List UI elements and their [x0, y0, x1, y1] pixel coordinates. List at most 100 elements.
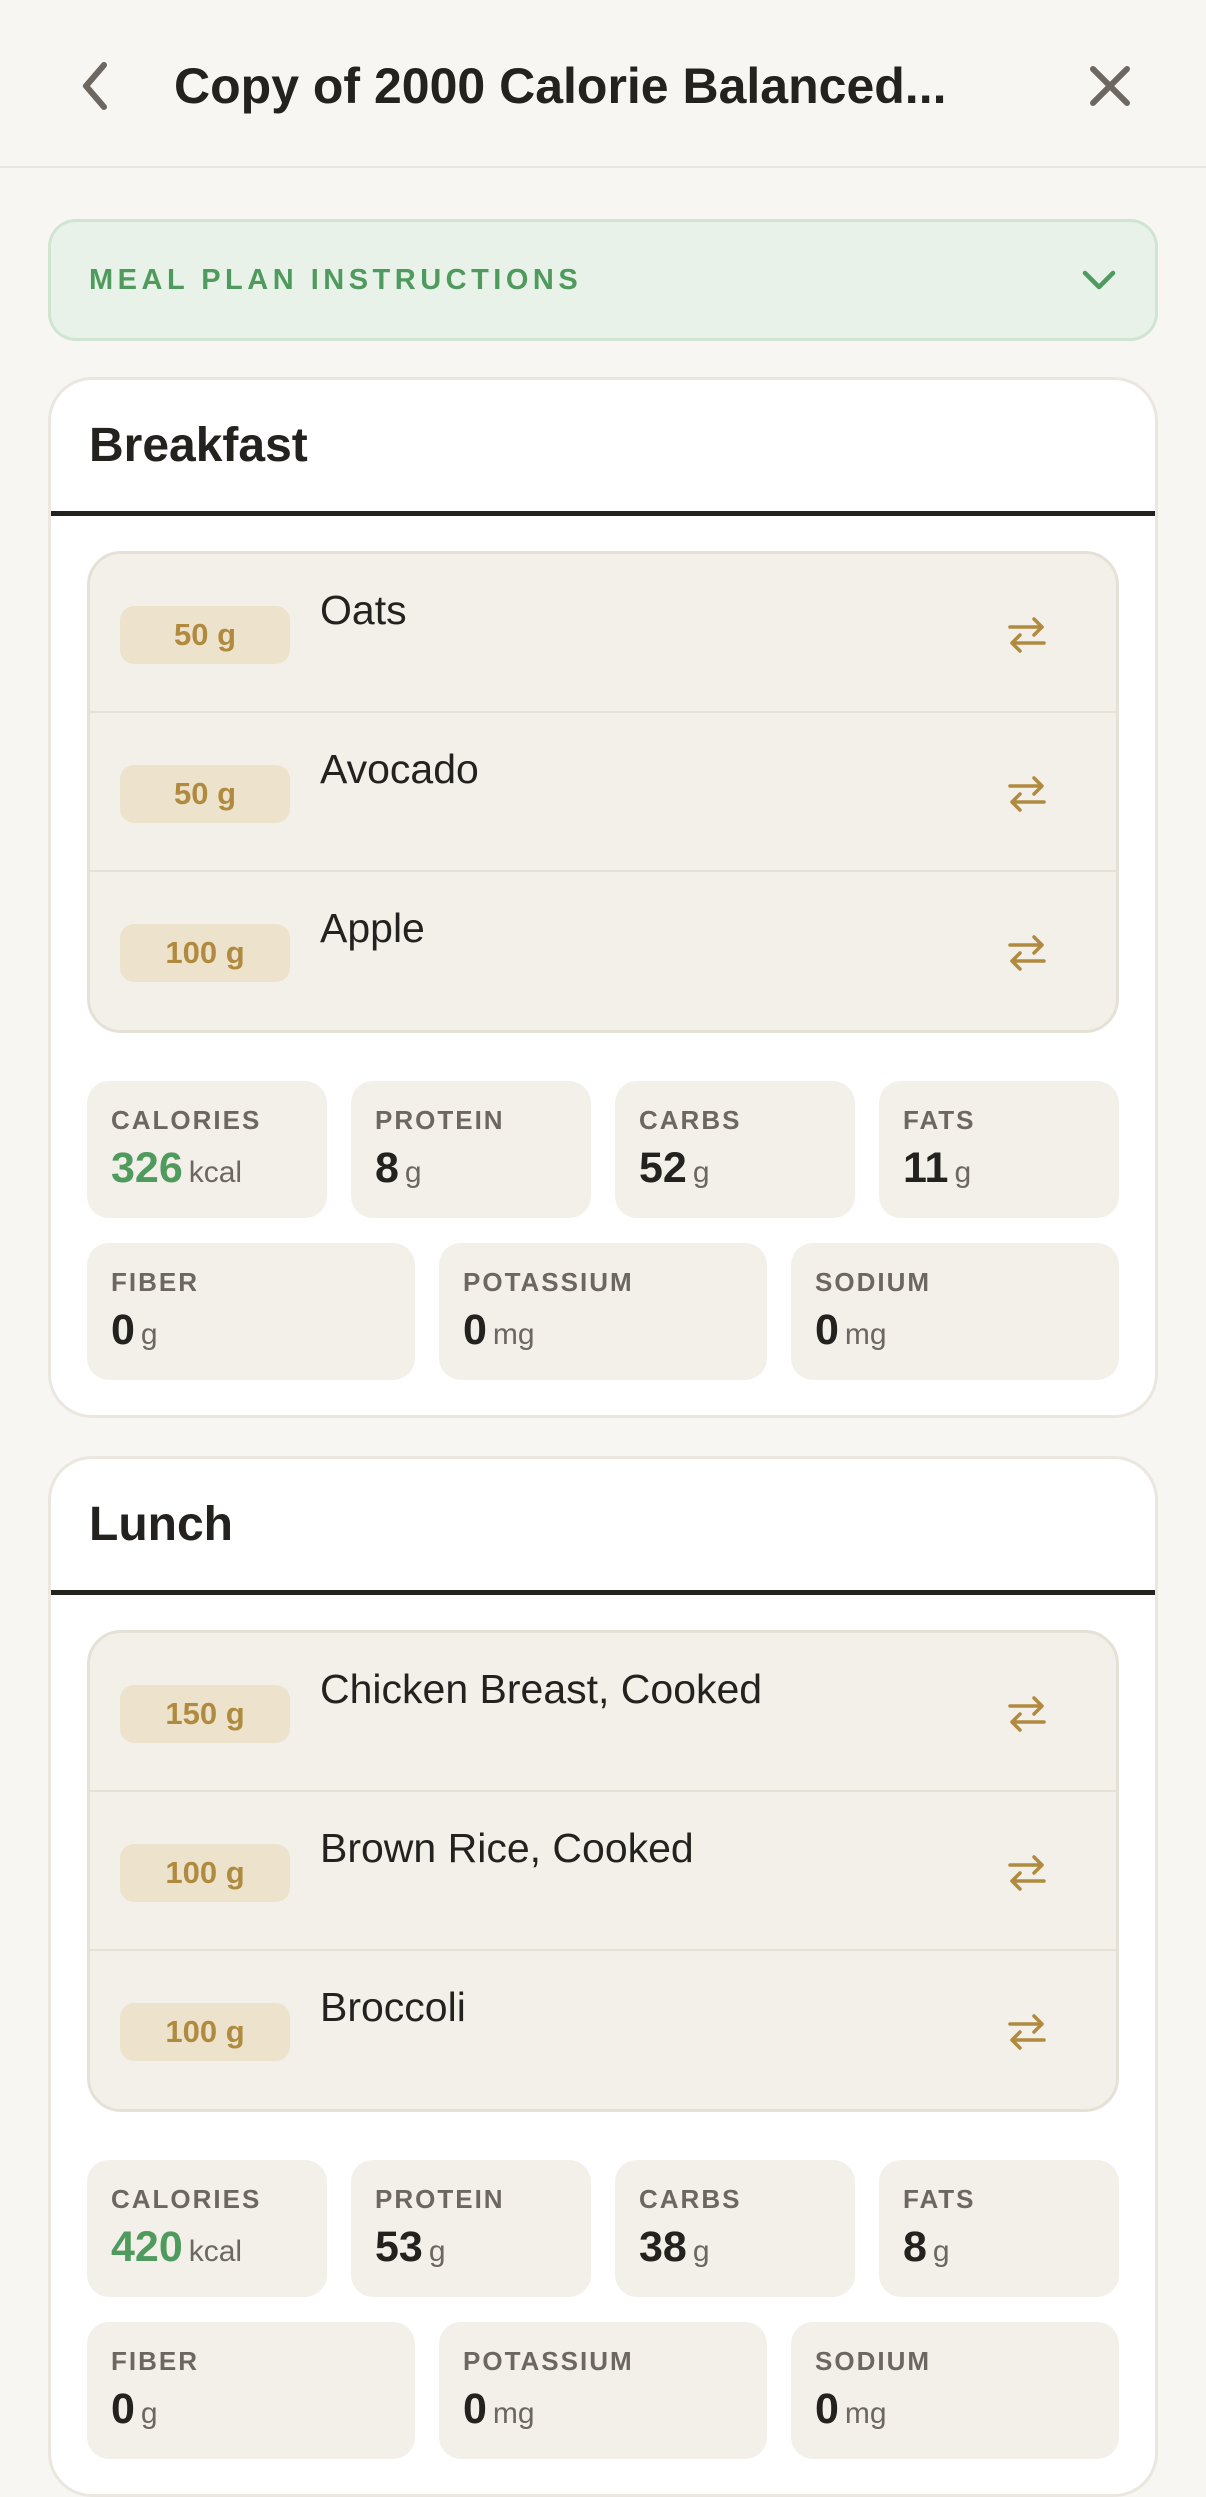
- stat-unit: g: [692, 2235, 710, 2268]
- swap-arrows-icon: [1008, 617, 1046, 653]
- meal-title: Breakfast: [89, 419, 308, 472]
- stat-label: FIBER: [111, 2346, 199, 2376]
- fiber-stat: FIBER 0g: [87, 1243, 415, 1380]
- food-list: 150 g Chicken Breast, Cooked 100 g Brown…: [87, 1630, 1119, 2112]
- swap-arrows-icon: [1008, 1855, 1046, 1891]
- carbs-stat: CARBS 38 g: [615, 2160, 855, 2297]
- stat-value: 8: [903, 2223, 927, 2271]
- stat-label: PROTEIN: [375, 1105, 505, 1135]
- food-row[interactable]: 150 g Chicken Breast, Cooked: [90, 1633, 1116, 1792]
- swap-food-button[interactable]: [992, 1997, 1062, 2067]
- stat-label: CALORIES: [111, 2184, 262, 2214]
- swap-food-button[interactable]: [992, 600, 1062, 670]
- stat-value: 53: [375, 2223, 423, 2271]
- food-row[interactable]: 50 g Oats: [90, 554, 1116, 713]
- swap-arrows-icon: [1008, 1696, 1046, 1732]
- header-bar: Copy of 2000 Calorie Balanced...: [0, 0, 1206, 168]
- stat-unit: mg: [492, 1318, 535, 1351]
- stat-value: 0: [815, 2385, 839, 2433]
- swap-arrows-icon: [1008, 935, 1046, 971]
- stat-unit: g: [140, 2397, 158, 2430]
- fiber-stat: FIBER 0g: [87, 2322, 415, 2459]
- stat-value: 0: [815, 1306, 839, 1354]
- food-name: Apple: [320, 905, 425, 951]
- swap-arrows-icon: [1008, 2014, 1046, 2050]
- food-name: Brown Rice, Cooked: [320, 1825, 694, 1871]
- fats-stat: FATS 8g: [879, 2160, 1119, 2297]
- sodium-stat: SODIUM 0 mg: [791, 2322, 1119, 2459]
- stat-unit: kcal: [188, 1156, 243, 1189]
- food-name: Chicken Breast, Cooked: [320, 1666, 763, 1712]
- sodium-stat: SODIUM 0 mg: [791, 1243, 1119, 1380]
- potassium-stat: POTASSIUM 0 mg: [439, 2322, 767, 2459]
- food-name: Broccoli: [320, 1984, 466, 2030]
- food-name: Oats: [320, 587, 407, 633]
- quantity-badge[interactable]: 150 g: [120, 1685, 290, 1743]
- protein-stat: PROTEIN 53 g: [351, 2160, 591, 2297]
- swap-food-button[interactable]: [992, 1838, 1062, 1908]
- swap-food-button[interactable]: [992, 918, 1062, 988]
- meal-card-header: Breakfast: [51, 380, 1155, 516]
- stat-unit: g: [954, 1156, 972, 1189]
- quantity-badge[interactable]: 100 g: [120, 924, 290, 982]
- stat-unit: mg: [844, 2397, 887, 2430]
- stat-value: 38: [639, 2223, 687, 2271]
- food-name: Avocado: [320, 746, 479, 792]
- protein-stat: PROTEIN 8g: [351, 1081, 591, 1218]
- stat-label: POTASSIUM: [463, 1267, 634, 1297]
- stat-unit: g: [140, 1318, 158, 1351]
- stat-label: FATS: [903, 2184, 976, 2214]
- stat-label: POTASSIUM: [463, 2346, 634, 2376]
- close-button[interactable]: [1074, 50, 1146, 122]
- stat-value: 11: [903, 1144, 949, 1192]
- stat-value: 326: [111, 1144, 183, 1192]
- fats-stat: FATS 11 g: [879, 1081, 1119, 1218]
- food-row[interactable]: 100 g Apple: [90, 872, 1116, 1030]
- close-icon: [1090, 66, 1130, 106]
- stat-value: 8: [375, 1144, 399, 1192]
- swap-arrows-icon: [1008, 776, 1046, 812]
- back-button[interactable]: [60, 50, 132, 122]
- stat-label: CARBS: [639, 2184, 742, 2214]
- stat-label: PROTEIN: [375, 2184, 505, 2214]
- food-list: 50 g Oats 50 g Avocado 100 g Apple: [87, 551, 1119, 1033]
- stat-label: CALORIES: [111, 1105, 262, 1135]
- stat-label: CARBS: [639, 1105, 742, 1135]
- stat-label: FIBER: [111, 1267, 199, 1297]
- stat-unit: mg: [492, 2397, 535, 2430]
- food-row[interactable]: 100 g Broccoli: [90, 1951, 1116, 2109]
- stat-value: 0: [111, 2385, 135, 2433]
- stat-label: SODIUM: [815, 2346, 931, 2376]
- stat-label: SODIUM: [815, 1267, 931, 1297]
- stat-value: 420: [111, 2223, 183, 2271]
- quantity-badge[interactable]: 50 g: [120, 606, 290, 664]
- calories-stat: CALORIES 326 kcal: [87, 1081, 327, 1218]
- quantity-badge[interactable]: 100 g: [120, 2003, 290, 2061]
- meal-title: Lunch: [89, 1498, 233, 1551]
- stat-unit: g: [404, 1156, 422, 1189]
- stat-unit: g: [692, 1156, 710, 1189]
- instructions-label: MEAL PLAN INSTRUCTIONS: [89, 263, 583, 296]
- swap-food-button[interactable]: [992, 759, 1062, 829]
- stat-value: 0: [111, 1306, 135, 1354]
- food-row[interactable]: 50 g Avocado: [90, 713, 1116, 872]
- stat-value: 0: [463, 2385, 487, 2433]
- stat-unit: mg: [844, 1318, 887, 1351]
- potassium-stat: POTASSIUM 0 mg: [439, 1243, 767, 1380]
- stat-unit: kcal: [188, 2235, 243, 2268]
- chevron-down-icon: [1082, 270, 1116, 290]
- swap-food-button[interactable]: [992, 1679, 1062, 1749]
- quantity-badge[interactable]: 50 g: [120, 765, 290, 823]
- meal-plan-instructions-toggle[interactable]: MEAL PLAN INSTRUCTIONS: [48, 219, 1158, 341]
- meal-card-breakfast: Breakfast 50 g Oats 50 g Avocado 100 g A…: [48, 377, 1158, 1418]
- carbs-stat: CARBS 52 g: [615, 1081, 855, 1218]
- stat-value: 52: [639, 1144, 687, 1192]
- stat-unit: g: [428, 2235, 446, 2268]
- page-title: Copy of 2000 Calorie Balanced...: [174, 58, 947, 114]
- chevron-left-icon: [83, 62, 107, 110]
- stat-unit: g: [932, 2235, 950, 2268]
- quantity-badge[interactable]: 100 g: [120, 1844, 290, 1902]
- calories-stat: CALORIES 420 kcal: [87, 2160, 327, 2297]
- stat-label: FATS: [903, 1105, 976, 1135]
- food-row[interactable]: 100 g Brown Rice, Cooked: [90, 1792, 1116, 1951]
